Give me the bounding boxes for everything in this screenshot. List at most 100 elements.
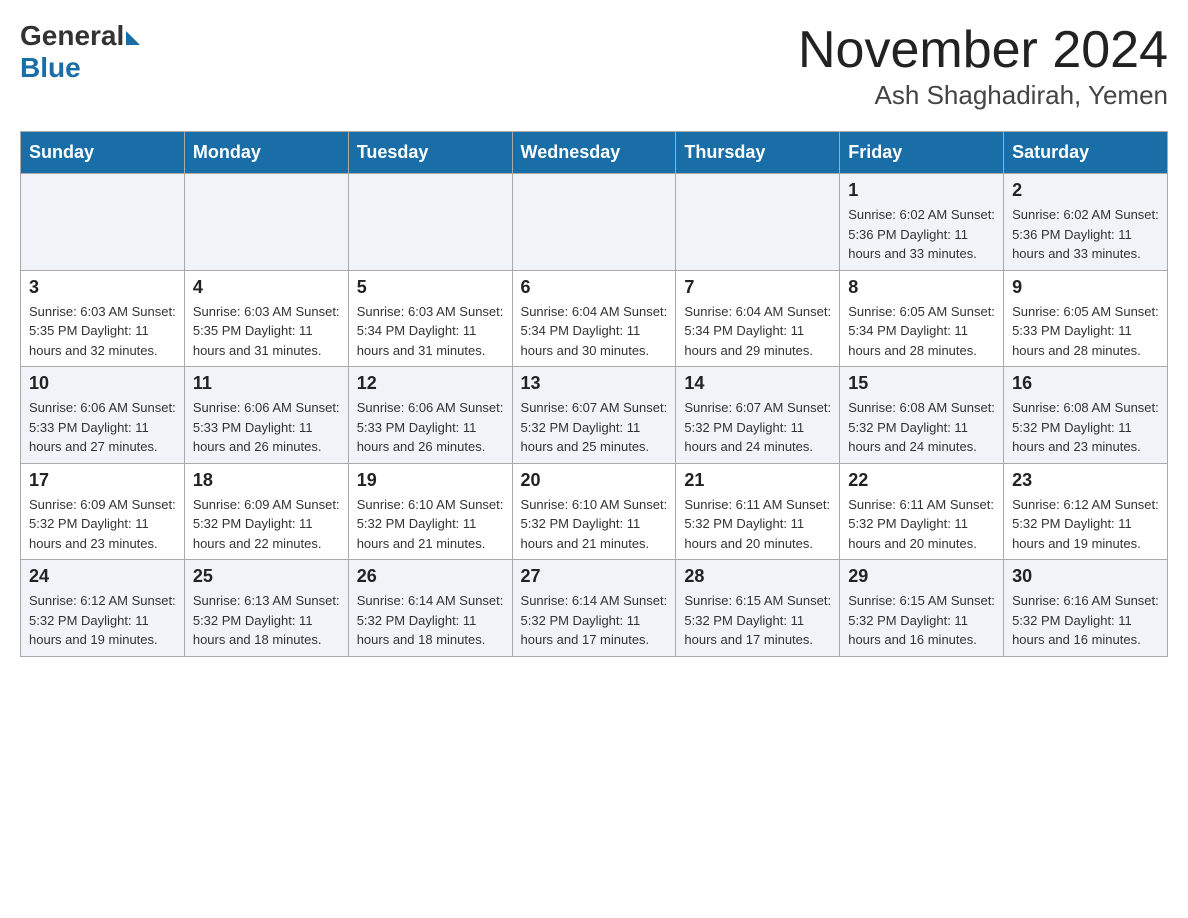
day-info: Sunrise: 6:04 AM Sunset: 5:34 PM Dayligh… (684, 302, 831, 361)
day-number: 18 (193, 470, 340, 491)
calendar-cell: 18 Sunrise: 6:09 AM Sunset: 5:32 PM Dayli… (184, 463, 348, 560)
day-number: 3 (29, 277, 176, 298)
calendar-cell: 22 Sunrise: 6:11 AM Sunset: 5:32 PM Dayli… (840, 463, 1004, 560)
calendar-cell: 30 Sunrise: 6:16 AM Sunset: 5:32 PM Dayli… (1004, 560, 1168, 657)
day-number: 22 (848, 470, 995, 491)
day-info: Sunrise: 6:10 AM Sunset: 5:32 PM Dayligh… (357, 495, 504, 554)
calendar-cell: 19 Sunrise: 6:10 AM Sunset: 5:32 PM Dayli… (348, 463, 512, 560)
calendar-cell: 25Sunrise: 6:13 AM Sunset: 5:32 PM Dayli… (184, 560, 348, 657)
calendar-header-row: SundayMondayTuesdayWednesdayThursdayFrid… (21, 132, 1168, 174)
page-header: General Blue November 2024 Ash Shaghadir… (20, 20, 1168, 111)
day-number: 17 (29, 470, 176, 491)
calendar-cell: 28 Sunrise: 6:15 AM Sunset: 5:32 PM Dayli… (676, 560, 840, 657)
logo-blue-text: Blue (20, 52, 81, 83)
calendar-cell: 10 Sunrise: 6:06 AM Sunset: 5:33 PM Dayli… (21, 367, 185, 464)
day-info: Sunrise: 6:02 AM Sunset: 5:36 PM Dayligh… (848, 205, 995, 264)
day-number: 24 (29, 566, 176, 587)
calendar-cell (512, 174, 676, 271)
day-number: 6 (521, 277, 668, 298)
calendar-cell (676, 174, 840, 271)
calendar-cell (21, 174, 185, 271)
day-info: Sunrise: 6:03 AM Sunset: 5:35 PM Dayligh… (193, 302, 340, 361)
day-info: Sunrise: 6:12 AM Sunset: 5:32 PM Dayligh… (1012, 495, 1159, 554)
title-area: November 2024 Ash Shaghadirah, Yemen (798, 20, 1168, 111)
day-info: Sunrise: 6:15 AM Sunset: 5:32 PM Dayligh… (684, 591, 831, 650)
day-info: Sunrise: 6:07 AM Sunset: 5:32 PM Dayligh… (684, 398, 831, 457)
day-info: Sunrise: 6:04 AM Sunset: 5:34 PM Dayligh… (521, 302, 668, 361)
day-number: 19 (357, 470, 504, 491)
day-number: 20 (521, 470, 668, 491)
day-of-week-header: Wednesday (512, 132, 676, 174)
day-info: Sunrise: 6:06 AM Sunset: 5:33 PM Dayligh… (193, 398, 340, 457)
calendar-cell: 23 Sunrise: 6:12 AM Sunset: 5:32 PM Dayli… (1004, 463, 1168, 560)
day-number: 5 (357, 277, 504, 298)
day-number: 28 (684, 566, 831, 587)
calendar-cell: 11 Sunrise: 6:06 AM Sunset: 5:33 PM Dayli… (184, 367, 348, 464)
day-number: 9 (1012, 277, 1159, 298)
day-info: Sunrise: 6:10 AM Sunset: 5:32 PM Dayligh… (521, 495, 668, 554)
day-number: 25 (193, 566, 340, 587)
calendar-cell: 29 Sunrise: 6:15 AM Sunset: 5:32 PM Dayli… (840, 560, 1004, 657)
calendar-cell (348, 174, 512, 271)
calendar-cell: 21 Sunrise: 6:11 AM Sunset: 5:32 PM Dayli… (676, 463, 840, 560)
day-number: 4 (193, 277, 340, 298)
calendar-cell: 14Sunrise: 6:07 AM Sunset: 5:32 PM Dayli… (676, 367, 840, 464)
calendar-cell: 17Sunrise: 6:09 AM Sunset: 5:32 PM Dayli… (21, 463, 185, 560)
day-number: 21 (684, 470, 831, 491)
day-of-week-header: Friday (840, 132, 1004, 174)
day-info: Sunrise: 6:07 AM Sunset: 5:32 PM Dayligh… (521, 398, 668, 457)
logo: General Blue (20, 20, 140, 84)
day-info: Sunrise: 6:06 AM Sunset: 5:33 PM Dayligh… (29, 398, 176, 457)
day-info: Sunrise: 6:14 AM Sunset: 5:32 PM Dayligh… (521, 591, 668, 650)
day-number: 26 (357, 566, 504, 587)
calendar-cell: 24 Sunrise: 6:12 AM Sunset: 5:32 PM Dayli… (21, 560, 185, 657)
day-number: 16 (1012, 373, 1159, 394)
day-number: 12 (357, 373, 504, 394)
day-of-week-header: Tuesday (348, 132, 512, 174)
calendar-cell: 4 Sunrise: 6:03 AM Sunset: 5:35 PM Daylig… (184, 270, 348, 367)
day-of-week-header: Thursday (676, 132, 840, 174)
day-info: Sunrise: 6:12 AM Sunset: 5:32 PM Dayligh… (29, 591, 176, 650)
calendar-cell: 7 Sunrise: 6:04 AM Sunset: 5:34 PM Daylig… (676, 270, 840, 367)
day-info: Sunrise: 6:03 AM Sunset: 5:35 PM Dayligh… (29, 302, 176, 361)
calendar-cell: 1Sunrise: 6:02 AM Sunset: 5:36 PM Daylig… (840, 174, 1004, 271)
calendar-cell: 13Sunrise: 6:07 AM Sunset: 5:32 PM Dayli… (512, 367, 676, 464)
calendar-cell: 16Sunrise: 6:08 AM Sunset: 5:32 PM Dayli… (1004, 367, 1168, 464)
day-number: 7 (684, 277, 831, 298)
calendar-week-row: 24 Sunrise: 6:12 AM Sunset: 5:32 PM Dayli… (21, 560, 1168, 657)
day-of-week-header: Sunday (21, 132, 185, 174)
calendar-cell: 9 Sunrise: 6:05 AM Sunset: 5:33 PM Daylig… (1004, 270, 1168, 367)
day-number: 30 (1012, 566, 1159, 587)
calendar-week-row: 17 Sunrise: 6:09 AM Sunset: 5:32 PM Dayli… (21, 463, 1168, 560)
month-title: November 2024 (798, 20, 1168, 80)
day-number: 15 (848, 373, 995, 394)
day-info: Sunrise: 6:11 AM Sunset: 5:32 PM Dayligh… (848, 495, 995, 554)
day-info: Sunrise: 6:08 AM Sunset: 5:32 PM Dayligh… (848, 398, 995, 457)
day-number: 11 (193, 373, 340, 394)
day-info: Sunrise: 6:03 AM Sunset: 5:34 PM Dayligh… (357, 302, 504, 361)
calendar-cell: 12 Sunrise: 6:06 AM Sunset: 5:33 PM Dayli… (348, 367, 512, 464)
day-number: 29 (848, 566, 995, 587)
calendar-cell: 20 Sunrise: 6:10 AM Sunset: 5:32 PM Dayli… (512, 463, 676, 560)
day-info: Sunrise: 6:15 AM Sunset: 5:32 PM Dayligh… (848, 591, 995, 650)
calendar-table: SundayMondayTuesdayWednesdayThursdayFrid… (20, 131, 1168, 657)
day-info: Sunrise: 6:14 AM Sunset: 5:32 PM Dayligh… (357, 591, 504, 650)
day-number: 10 (29, 373, 176, 394)
day-info: Sunrise: 6:05 AM Sunset: 5:33 PM Dayligh… (1012, 302, 1159, 361)
day-of-week-header: Saturday (1004, 132, 1168, 174)
day-info: Sunrise: 6:05 AM Sunset: 5:34 PM Dayligh… (848, 302, 995, 361)
day-info: Sunrise: 6:06 AM Sunset: 5:33 PM Dayligh… (357, 398, 504, 457)
day-number: 2 (1012, 180, 1159, 201)
day-of-week-header: Monday (184, 132, 348, 174)
calendar-cell: 6 Sunrise: 6:04 AM Sunset: 5:34 PM Daylig… (512, 270, 676, 367)
day-number: 23 (1012, 470, 1159, 491)
day-info: Sunrise: 6:11 AM Sunset: 5:32 PM Dayligh… (684, 495, 831, 554)
calendar-cell (184, 174, 348, 271)
day-info: Sunrise: 6:09 AM Sunset: 5:32 PM Dayligh… (193, 495, 340, 554)
calendar-week-row: 3 Sunrise: 6:03 AM Sunset: 5:35 PM Daylig… (21, 270, 1168, 367)
day-info: Sunrise: 6:16 AM Sunset: 5:32 PM Dayligh… (1012, 591, 1159, 650)
calendar-cell: 26 Sunrise: 6:14 AM Sunset: 5:32 PM Dayli… (348, 560, 512, 657)
calendar-cell: 3 Sunrise: 6:03 AM Sunset: 5:35 PM Daylig… (21, 270, 185, 367)
calendar-week-row: 10 Sunrise: 6:06 AM Sunset: 5:33 PM Dayli… (21, 367, 1168, 464)
logo-arrow-icon (126, 31, 140, 45)
